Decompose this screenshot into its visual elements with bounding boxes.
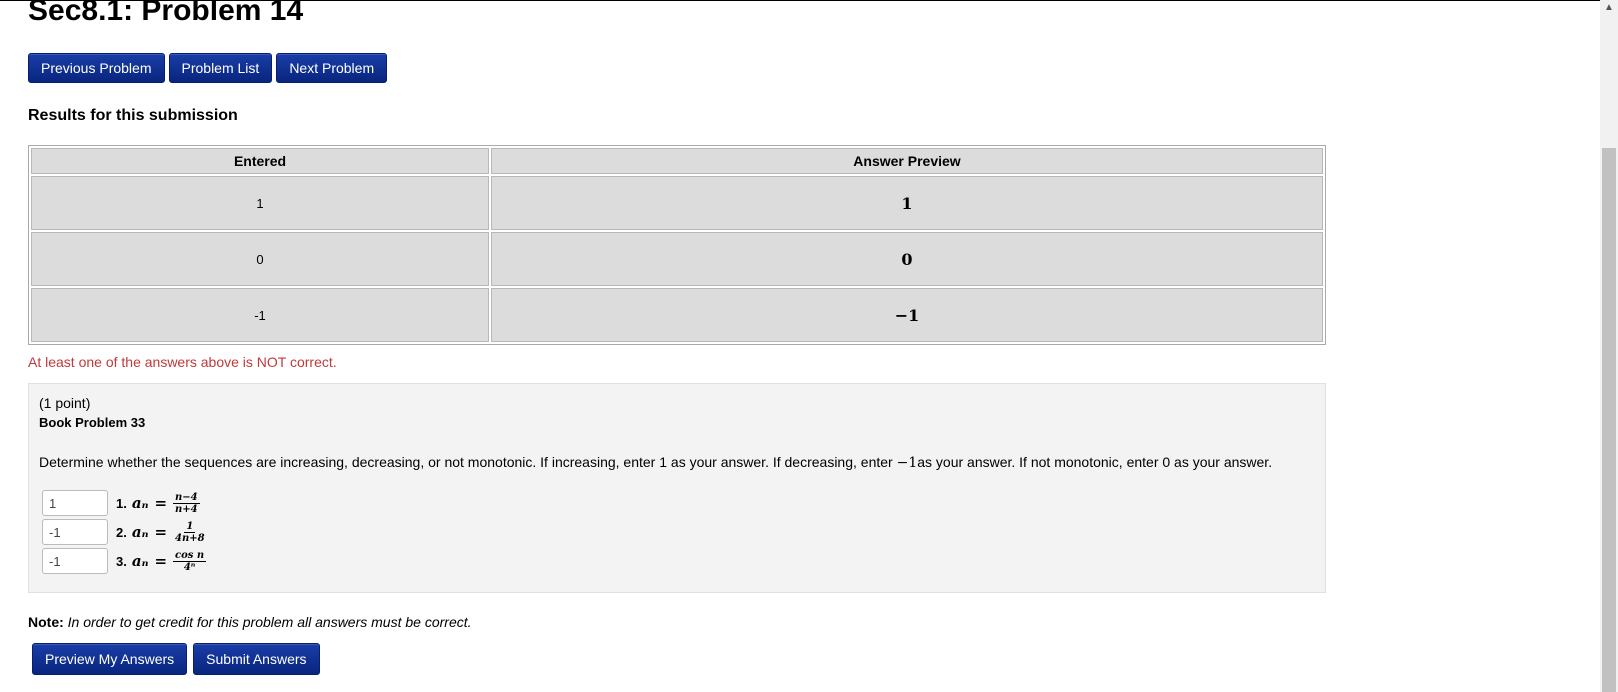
description-text-end: as your answer. If not monotonic, enter …: [917, 454, 1273, 470]
answer-input-1[interactable]: [42, 490, 108, 516]
question-number: 3.: [116, 553, 127, 569]
entered-cell: -1: [31, 288, 489, 342]
problem-nav: Previous Problem Problem List Next Probl…: [28, 53, 388, 83]
problem-list-button[interactable]: Problem List: [168, 53, 273, 83]
numerator: n−4: [173, 491, 200, 504]
preview-cell: −1: [491, 288, 1323, 342]
vertical-scrollbar[interactable]: ▲: [1600, 0, 1618, 692]
denominator: 4n+8: [175, 532, 205, 544]
question-label-1: 1. aₙ = n−4 n+4: [116, 492, 200, 515]
sequence-term: aₙ: [131, 494, 149, 512]
denominator: 4ⁿ: [183, 561, 196, 573]
equals-sign: =: [154, 523, 168, 541]
submit-answers-button[interactable]: Submit Answers: [193, 643, 320, 675]
incorrect-message: At least one of the answers above is NOT…: [28, 354, 337, 370]
answer-actions: Preview My Answers Submit Answers: [32, 643, 320, 675]
results-heading: Results for this submission: [28, 107, 238, 124]
answer-input-2[interactable]: [42, 519, 108, 545]
problem-description: Determine whether the sequences are incr…: [39, 454, 1272, 471]
fraction: cos n 4ⁿ: [173, 549, 207, 573]
sequence-term: aₙ: [131, 552, 149, 570]
results-header-row: Entered Answer Preview: [31, 148, 1323, 174]
next-problem-button[interactable]: Next Problem: [276, 53, 388, 83]
entered-cell: 0: [31, 232, 489, 286]
problem-source: Book Problem 33: [39, 415, 146, 430]
sequence-term: aₙ: [131, 523, 149, 541]
question-label-2: 2. aₙ = 1 4n+8: [116, 521, 207, 544]
credit-note: Note: In order to get credit for this pr…: [28, 614, 472, 630]
equals-sign: =: [154, 494, 168, 512]
preview-cell: 0: [491, 232, 1323, 286]
numerator: 1: [184, 520, 196, 533]
answer-row-2: 2. aₙ = 1 4n+8: [42, 519, 207, 545]
description-math: −1: [896, 455, 918, 471]
answer-row-3: 3. aₙ = cos n 4ⁿ: [42, 548, 207, 574]
table-row: 1 1: [31, 176, 1323, 230]
chevron-up-icon[interactable]: ▲: [1600, 2, 1618, 16]
equals-sign: =: [154, 552, 168, 570]
column-header-answer-preview: Answer Preview: [491, 148, 1323, 174]
answer-row-1: 1. aₙ = n−4 n+4: [42, 490, 200, 516]
fraction: 1 4n+8: [173, 521, 207, 544]
preview-cell: 1: [491, 176, 1323, 230]
previous-problem-button[interactable]: Previous Problem: [28, 53, 165, 83]
question-number: 2.: [116, 524, 127, 540]
scrollbar-thumb[interactable]: [1602, 148, 1616, 692]
entered-cell: 1: [31, 176, 489, 230]
note-label: Note:: [28, 614, 64, 630]
answer-input-3[interactable]: [42, 548, 108, 574]
results-table: Entered Answer Preview 1 1 0 0 -1 −1: [28, 145, 1326, 345]
denominator: n+4: [175, 503, 198, 515]
page-title: Sec8.1: Problem 14: [28, 0, 304, 27]
problem-box: (1 point) Book Problem 33 Determine whet…: [28, 383, 1326, 593]
question-number: 1.: [116, 495, 127, 511]
question-label-3: 3. aₙ = cos n 4ⁿ: [116, 549, 207, 573]
fraction: n−4 n+4: [173, 492, 200, 515]
table-row: 0 0: [31, 232, 1323, 286]
numerator: cos n: [173, 549, 207, 562]
table-row: -1 −1: [31, 288, 1323, 342]
column-header-entered: Entered: [31, 148, 489, 174]
problem-points: (1 point): [39, 395, 91, 411]
description-text: Determine whether the sequences are incr…: [39, 454, 897, 470]
note-text: In order to get credit for this problem …: [67, 614, 472, 630]
preview-answers-button[interactable]: Preview My Answers: [32, 643, 188, 675]
